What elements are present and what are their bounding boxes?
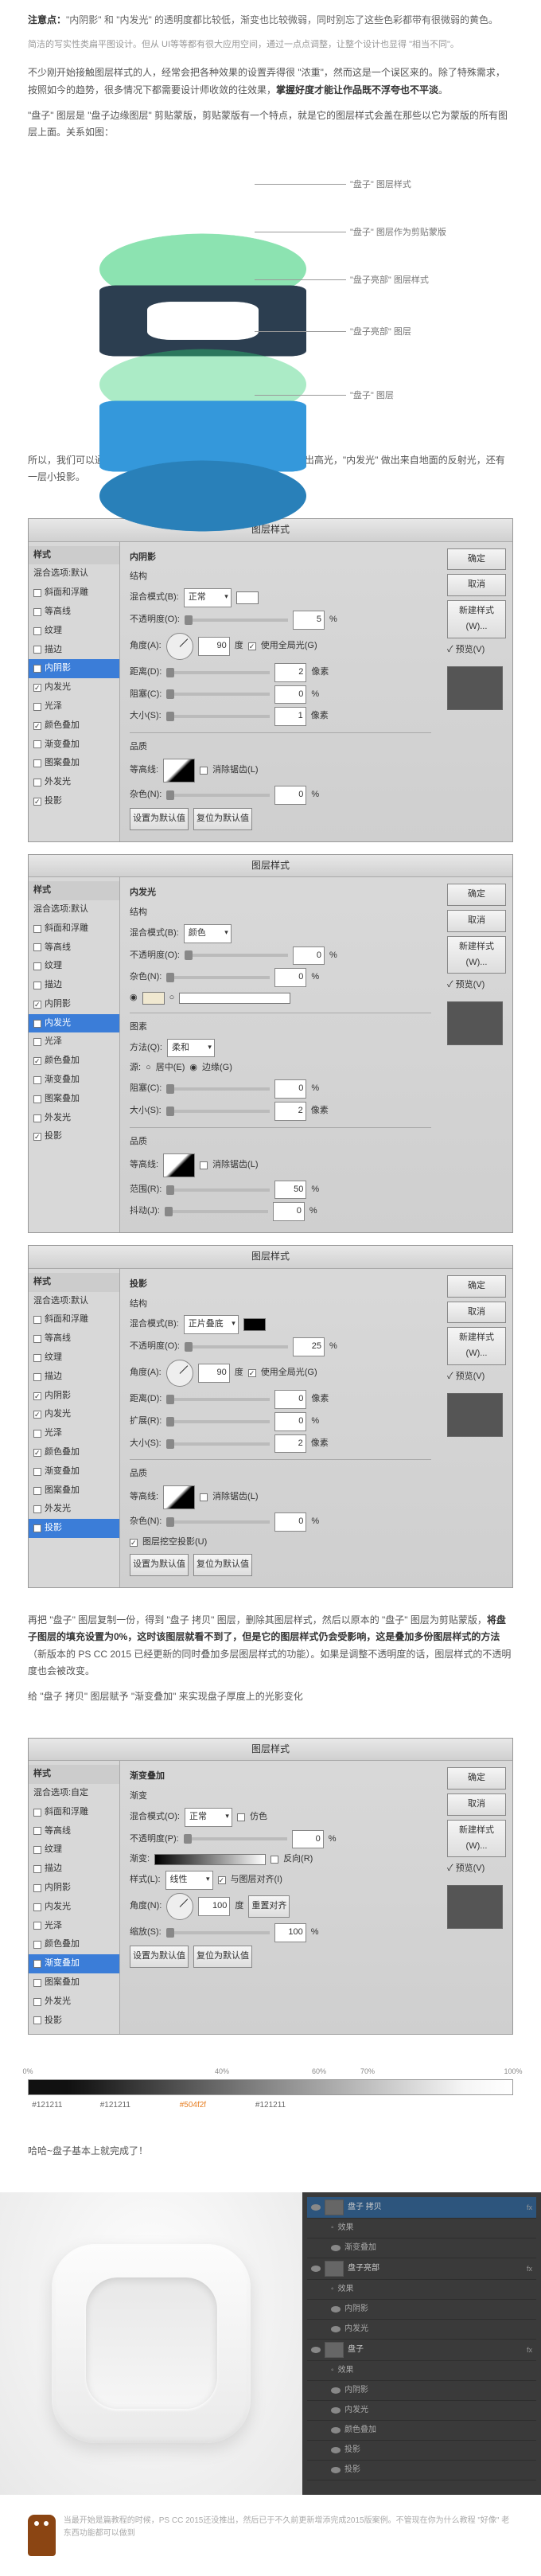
new-style-button[interactable]: 新建样式(W)...	[447, 1820, 506, 1858]
reset-default-button[interactable]: 复位为默认值	[193, 808, 252, 830]
subtitle: 简洁的写实性类扁平图设计。但从 UI等等都有很大应用空间，通过一点点调整，让整个…	[28, 37, 513, 53]
dialog-title: 图层样式	[29, 855, 512, 878]
new-style-button[interactable]: 新建样式(W)...	[447, 1327, 506, 1365]
style-blend[interactable]: 混合选项:默认	[29, 564, 119, 584]
visibility-icon[interactable]	[311, 2203, 321, 2211]
diagram-label-5: "盘子" 图层	[350, 388, 394, 404]
glow-gradient[interactable]	[179, 993, 290, 1004]
ok-button[interactable]: 确定	[447, 548, 506, 571]
distance-input[interactable]: 2	[274, 663, 306, 682]
cancel-button[interactable]: 取消	[447, 1302, 506, 1324]
style-list: 样式 混合选项:默认 斜面和浮雕 等高线 纹理 描边 内阴影 内发光 光泽 颜色…	[29, 542, 120, 841]
style-header: 样式	[29, 546, 119, 565]
style-stroke[interactable]: 描边	[29, 641, 119, 660]
style-color-overlay[interactable]: 颜色叠加	[29, 716, 119, 736]
layer-row[interactable]: 盘子 拷贝fx	[307, 2197, 536, 2219]
gradient-editor: 0% 40% 60% 70% 100% #121211 #121211 #504…	[0, 2047, 541, 2131]
noise-input[interactable]: 0	[274, 786, 306, 805]
diagram-label-2: "盘子" 图层作为剪贴蒙版	[350, 225, 446, 241]
size-slider[interactable]	[166, 715, 270, 718]
style-texture[interactable]: 纹理	[29, 622, 119, 641]
layer-style-dialog-4: 图层样式 样式 混合选项:自定 斜面和浮雕 等高线 纹理 描边 内阴影 内发光 …	[28, 1738, 513, 2035]
note: 注意点："内阴影" 和 "内发光" 的透明度都比较低，渐变也比较微弱，同时别忘了…	[28, 12, 513, 29]
new-style-button[interactable]: 新建样式(W)...	[447, 936, 506, 974]
para4: 再把 "盘子" 图层复制一份，得到 "盘子 拷贝" 图层，删除其图层样式，然后以…	[28, 1612, 513, 1680]
diagram-label-4: "盘子亮部" 图层	[350, 325, 411, 341]
angle-dial[interactable]	[166, 633, 193, 660]
struct-label: 结构	[130, 569, 431, 585]
preview-thumb	[447, 666, 503, 710]
global-light-checkbox[interactable]	[248, 642, 256, 650]
layer-row[interactable]: 盘子fx	[307, 2340, 536, 2361]
para2: "盘子" 图层是 "盘子边缘图层" 剪贴蒙版，剪贴蒙版有一个特点，就是它的图层样…	[28, 107, 513, 142]
style-outer-glow[interactable]: 外发光	[29, 773, 119, 792]
distance-slider[interactable]	[166, 671, 270, 674]
antialias-checkbox[interactable]	[200, 767, 208, 775]
blend-mode-select[interactable]: 颜色	[184, 924, 232, 943]
style-grad-overlay[interactable]: 渐变叠加	[29, 1954, 119, 1973]
noise-slider[interactable]	[166, 794, 270, 797]
set-default-button[interactable]: 设置为默认值	[130, 808, 189, 830]
footer-text: 当最开始是篇教程的时候，PS CC 2015还没推出，然后已于不久前更新增添完成…	[64, 2515, 513, 2540]
diagram-label-1: "盘子" 图层样式	[350, 178, 411, 193]
style-satin[interactable]: 光泽	[29, 697, 119, 716]
quality-label: 品质	[130, 740, 431, 755]
cancel-button[interactable]: 取消	[447, 1793, 506, 1816]
style-contour[interactable]: 等高线	[29, 603, 119, 622]
opacity-slider[interactable]	[185, 619, 288, 622]
style-bevel[interactable]: 斜面和浮雕	[29, 584, 119, 603]
style-inner-glow[interactable]: 内发光	[29, 678, 119, 697]
glow-color-swatch[interactable]	[142, 992, 165, 1005]
cancel-button[interactable]: 取消	[447, 910, 506, 932]
layer-style-dialog-3: 图层样式 样式 混合选项:默认 斜面和浮雕 等高线 纹理 描边 内阴影 内发光 …	[28, 1245, 513, 1587]
stop-4: #121211	[255, 2098, 286, 2113]
blend-mode-select[interactable]: 正常	[184, 588, 232, 607]
style-drop-shadow[interactable]: 投影	[29, 1519, 119, 1538]
choke-input[interactable]: 0	[274, 685, 306, 704]
layer-style-dialog-1: 图层样式 样式 混合选项:默认 斜面和浮雕 等高线 纹理 描边 内阴影 内发光 …	[28, 518, 513, 842]
layer-style-dialog-2: 图层样式 样式 混合选项:默认 斜面和浮雕 等高线 纹理 描边 内阴影 内发光 …	[28, 854, 513, 1234]
new-style-button[interactable]: 新建样式(W)...	[447, 600, 506, 638]
preview-checkbox[interactable]: ✓ 预览(V)	[447, 642, 506, 658]
opacity-input[interactable]: 5	[293, 611, 325, 630]
contour-picker[interactable]	[163, 759, 195, 783]
style-drop-shadow[interactable]: 投影	[29, 792, 119, 811]
layer-row[interactable]: 盘子亮部fx	[307, 2258, 536, 2280]
color-swatch[interactable]	[236, 591, 259, 604]
author-avatar	[28, 2515, 56, 2556]
para5: 给 "盘子 拷贝" 图层赋予 "渐变叠加" 来实现盘子厚度上的光影变化	[28, 1688, 513, 1706]
gradient-bar[interactable]	[28, 2079, 513, 2095]
layers-panel: 盘子 拷贝fx ◦效果 渐变叠加 盘子亮部fx ◦效果 内阴影 内发光 盘子fx…	[302, 2192, 541, 2495]
choke-slider[interactable]	[166, 693, 270, 696]
style-inner-glow[interactable]: 内发光	[29, 1014, 119, 1033]
section-title: 内阴影	[130, 550, 431, 566]
stop-2: #121211	[100, 2098, 130, 2113]
cancel-button[interactable]: 取消	[447, 574, 506, 596]
para6: 哈哈~盘子基本上就完成了！	[28, 2143, 513, 2160]
style-grad-overlay[interactable]: 渐变叠加	[29, 736, 119, 755]
diagram-label-3: "盘子亮部" 图层样式	[350, 273, 429, 289]
gradient-picker[interactable]	[154, 1854, 266, 1865]
style-inner-shadow[interactable]: 内阴影	[29, 659, 119, 678]
para1: 不少刚开始接触图层样式的人，经常会把各种效果的设置弄得很 "浓重"，然而这是一个…	[28, 64, 513, 99]
size-input[interactable]: 1	[274, 707, 306, 726]
ok-button[interactable]: 确定	[447, 1275, 506, 1298]
stop-3: #504f2f	[180, 2098, 206, 2113]
angle-input[interactable]: 90	[198, 637, 230, 656]
layer-diagram: "盘子" 图层样式 "盘子" 图层作为剪贴蒙版 "盘子亮部" 图层样式 "盘子亮…	[28, 150, 513, 452]
ok-button[interactable]: 确定	[447, 1767, 506, 1790]
stop-1: #121211	[32, 2098, 62, 2113]
ok-button[interactable]: 确定	[447, 884, 506, 906]
style-pattern-overlay[interactable]: 图案叠加	[29, 754, 119, 773]
result-preview	[0, 2192, 302, 2495]
